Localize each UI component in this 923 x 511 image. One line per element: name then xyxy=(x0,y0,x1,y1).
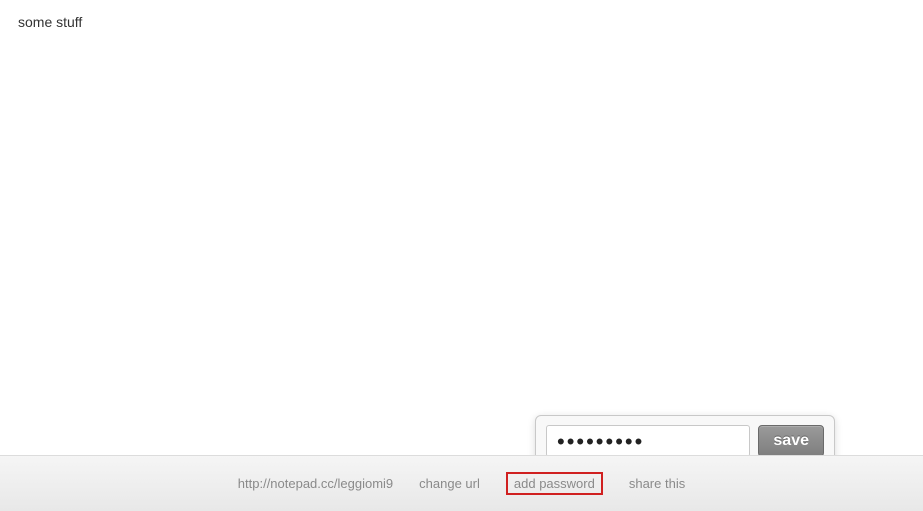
add-password-link[interactable]: add password xyxy=(506,472,603,495)
save-button[interactable]: save xyxy=(758,425,824,457)
change-url-link[interactable]: change url xyxy=(419,476,480,491)
editor-area[interactable]: some stuff xyxy=(0,0,923,455)
share-this-link[interactable]: share this xyxy=(629,476,685,491)
editor-content[interactable]: some stuff xyxy=(18,14,905,30)
page-url: http://notepad.cc/leggiomi9 xyxy=(238,476,393,491)
password-input[interactable]: ••••••••• xyxy=(546,425,750,457)
footer-bar: http://notepad.cc/leggiomi9 change url a… xyxy=(0,455,923,511)
